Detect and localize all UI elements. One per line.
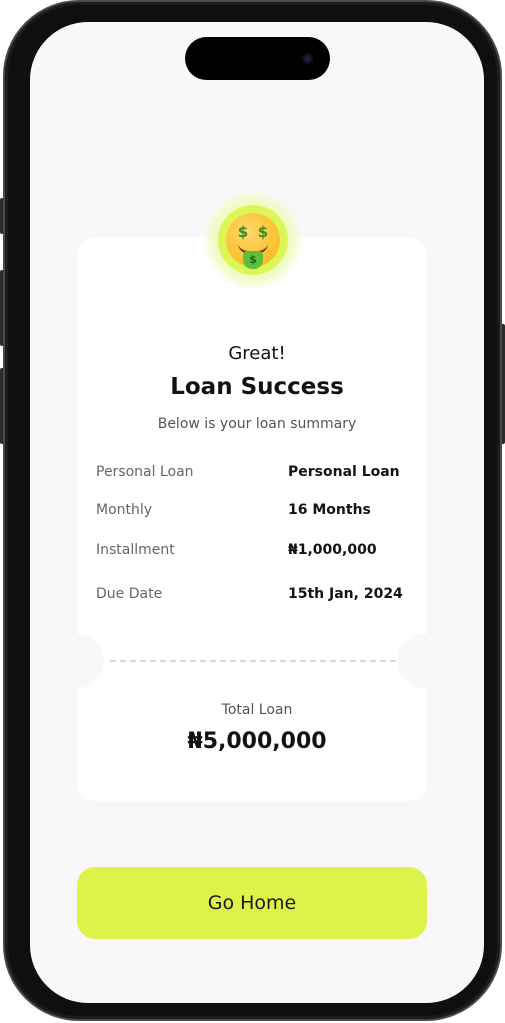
app-screen: $ $ $ Great! Loan Success Below is your … [30,22,484,1003]
greeting-text: Great! [228,343,286,364]
go-home-button[interactable]: Go Home [77,867,427,939]
front-camera-icon [302,53,313,64]
due-date-value: 15th Jan, 2024 [288,586,403,602]
dynamic-island [185,37,330,80]
loan-type-label: Personal Loan [96,464,194,480]
monthly-value: 16 Months [288,502,371,518]
due-date-label: Due Date [96,586,163,602]
ticket-notch-right [397,634,451,688]
page-title: Loan Success [170,374,344,400]
dollar-tongue-icon: $ [243,251,263,269]
phone-frame: $ $ $ Great! Loan Success Below is your … [3,0,502,1021]
summary-subtitle: Below is your loan summary [157,416,357,432]
loan-type-value: Personal Loan [288,464,400,480]
total-loan-value: ₦5,000,000 [187,729,327,754]
monthly-label: Monthly [96,502,153,518]
total-loan-label: Total Loan [221,702,293,718]
money-mouth-face-icon: $ $ $ [226,213,280,269]
installment-label: Installment [96,542,175,558]
ticket-notch-left [50,634,104,688]
installment-value: ₦1,000,000 [288,542,377,558]
dollar-eye-left-icon: $ [237,223,249,241]
dollar-eye-right-icon: $ [257,223,269,241]
ticket-divider [110,660,396,662]
